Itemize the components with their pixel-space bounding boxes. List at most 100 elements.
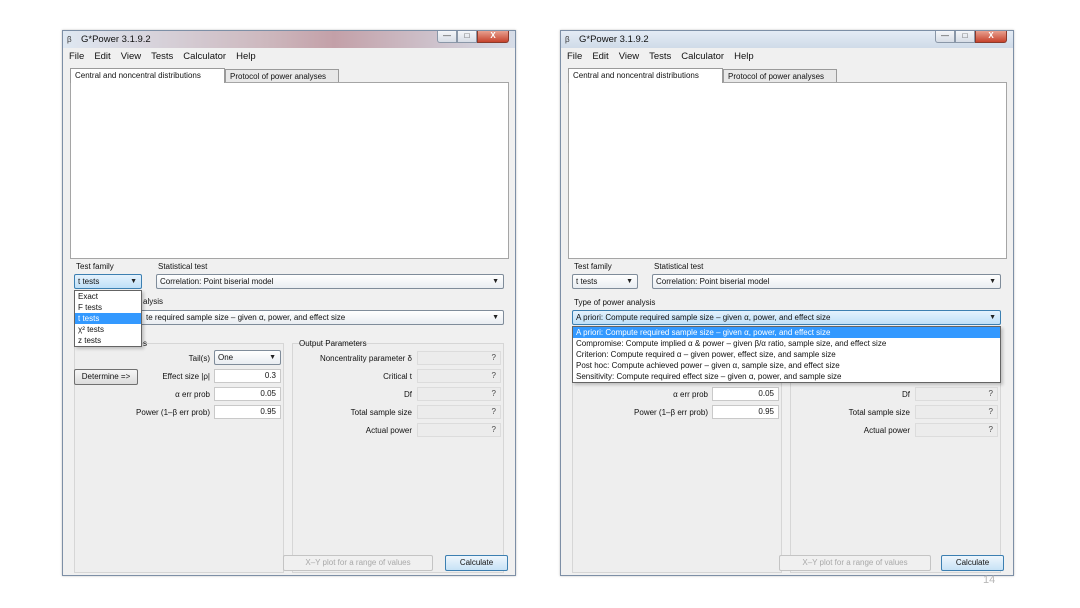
test-family-select[interactable]: t tests ▼ — [74, 274, 142, 289]
critical-t-output: ? — [417, 369, 501, 383]
distribution-plot-area — [568, 82, 1007, 259]
menu-file[interactable]: File — [69, 49, 84, 64]
determine-button[interactable]: Determine => — [74, 369, 138, 385]
option-f-tests[interactable]: F tests — [75, 302, 141, 313]
chevron-down-icon: ▼ — [492, 314, 499, 321]
menu-calculator[interactable]: Calculator — [681, 49, 724, 64]
option-t-tests[interactable]: t tests — [75, 313, 141, 324]
tab-distributions[interactable]: Central and noncentral distributions — [70, 68, 225, 83]
test-family-dropdown: Exact F tests t tests χ² tests z tests — [74, 290, 142, 347]
chevron-down-icon: ▼ — [492, 278, 499, 285]
maximize-button[interactable]: □ — [955, 31, 975, 43]
df-label: Df — [404, 390, 412, 399]
power-input[interactable]: 0.95 — [712, 405, 779, 419]
close-button[interactable]: X — [477, 31, 509, 43]
option-post-hoc[interactable]: Post hoc: Compute achieved power – given… — [573, 360, 1000, 371]
option-exact[interactable]: Exact — [75, 291, 141, 302]
power-analysis-label: Type of power analysis — [574, 298, 656, 307]
tails-select[interactable]: One ▼ — [214, 350, 281, 365]
gpower-window-left: β G*Power 3.1.9.2 — □ X File Edit View T… — [62, 30, 516, 576]
option-chi2-tests[interactable]: χ² tests — [75, 324, 141, 335]
window-title: G*Power 3.1.9.2 — [81, 34, 151, 45]
distribution-plot-area — [70, 82, 509, 259]
xy-plot-button[interactable]: X–Y plot for a range of values — [283, 555, 433, 571]
critical-t-label: Critical t — [383, 372, 412, 381]
menu-file[interactable]: File — [567, 49, 582, 64]
tails-label: Tail(s) — [188, 354, 210, 363]
noncentrality-output: ? — [417, 351, 501, 365]
power-input[interactable]: 0.95 — [214, 405, 281, 419]
total-sample-size-output: ? — [915, 405, 998, 419]
gpower-window-right: β G*Power 3.1.9.2 — □ X File Edit View T… — [560, 30, 1014, 576]
chevron-down-icon: ▼ — [989, 278, 996, 285]
output-parameters-label: Output Parameters — [299, 339, 367, 348]
title-bar[interactable]: β G*Power 3.1.9.2 — □ X — [63, 31, 515, 48]
effect-size-label: Effect size |ρ| — [162, 372, 210, 381]
actual-power-label: Actual power — [863, 426, 910, 435]
actual-power-output: ? — [915, 423, 998, 437]
minimize-button[interactable]: — — [437, 31, 457, 43]
menu-bar: File Edit View Tests Calculator Help — [63, 49, 515, 64]
df-output: ? — [417, 387, 501, 401]
calculate-button[interactable]: Calculate — [445, 555, 508, 571]
xy-plot-button[interactable]: X–Y plot for a range of values — [779, 555, 931, 571]
total-sample-size-output: ? — [417, 405, 501, 419]
minimize-button[interactable]: — — [935, 31, 955, 43]
menu-calculator[interactable]: Calculator — [183, 49, 226, 64]
app-icon: β — [565, 35, 570, 44]
test-family-label: Test family — [574, 262, 612, 271]
option-z-tests[interactable]: z tests — [75, 335, 141, 346]
page-number: 14 — [983, 574, 996, 586]
chevron-down-icon: ▼ — [626, 278, 633, 285]
menu-help[interactable]: Help — [236, 49, 256, 64]
df-output: ? — [915, 387, 998, 401]
alpha-label: α err prob — [175, 390, 210, 399]
tab-protocol[interactable]: Protocol of power analyses — [225, 69, 339, 83]
title-bar[interactable]: β G*Power 3.1.9.2 — □ X — [561, 31, 1013, 48]
noncentrality-label: Noncentrality parameter δ — [319, 354, 412, 363]
statistical-test-select[interactable]: Correlation: Point biserial model ▼ — [156, 274, 504, 289]
menu-help[interactable]: Help — [734, 49, 754, 64]
option-a-priori[interactable]: A priori: Compute required sample size –… — [573, 327, 1000, 338]
menu-bar: File Edit View Tests Calculator Help — [561, 49, 1013, 64]
statistical-test-select[interactable]: Correlation: Point biserial model ▼ — [652, 274, 1001, 289]
total-sample-size-label: Total sample size — [350, 408, 412, 417]
effect-size-input[interactable]: 0.3 — [214, 369, 281, 383]
chevron-down-icon: ▼ — [989, 314, 996, 321]
menu-tests[interactable]: Tests — [649, 49, 671, 64]
option-sensitivity[interactable]: Sensitivity: Compute required effect siz… — [573, 371, 1000, 382]
calculate-button[interactable]: Calculate — [941, 555, 1004, 571]
test-family-select[interactable]: t tests ▼ — [572, 274, 638, 289]
window-title: G*Power 3.1.9.2 — [579, 34, 649, 45]
alpha-input[interactable]: 0.05 — [214, 387, 281, 401]
power-analysis-select[interactable]: A priori: Compute required sample size –… — [572, 310, 1001, 325]
power-label: Power (1–β err prob) — [634, 408, 708, 417]
power-analysis-label: alysis — [143, 297, 164, 306]
chevron-down-icon: ▼ — [269, 354, 276, 361]
actual-power-output: ? — [417, 423, 501, 437]
option-criterion[interactable]: Criterion: Compute required α – given po… — [573, 349, 1000, 360]
test-family-label: Test family — [76, 262, 114, 271]
menu-edit[interactable]: Edit — [94, 49, 110, 64]
df-label: Df — [902, 390, 910, 399]
alpha-input[interactable]: 0.05 — [712, 387, 779, 401]
option-compromise[interactable]: Compromise: Compute implied α & power – … — [573, 338, 1000, 349]
tab-protocol[interactable]: Protocol of power analyses — [723, 69, 837, 83]
statistical-test-label: Statistical test — [654, 262, 704, 271]
alpha-label: α err prob — [673, 390, 708, 399]
menu-view[interactable]: View — [121, 49, 141, 64]
menu-edit[interactable]: Edit — [592, 49, 608, 64]
menu-view[interactable]: View — [619, 49, 639, 64]
power-label: Power (1–β err prob) — [136, 408, 210, 417]
actual-power-label: Actual power — [365, 426, 412, 435]
tab-distributions[interactable]: Central and noncentral distributions — [568, 68, 723, 83]
menu-tests[interactable]: Tests — [151, 49, 173, 64]
chevron-down-icon: ▼ — [130, 278, 137, 285]
power-analysis-dropdown: A priori: Compute required sample size –… — [572, 326, 1001, 383]
input-parameters-label: s — [143, 339, 147, 348]
close-button[interactable]: X — [975, 31, 1007, 43]
total-sample-size-label: Total sample size — [848, 408, 910, 417]
maximize-button[interactable]: □ — [457, 31, 477, 43]
app-icon: β — [67, 35, 72, 44]
statistical-test-label: Statistical test — [158, 262, 208, 271]
